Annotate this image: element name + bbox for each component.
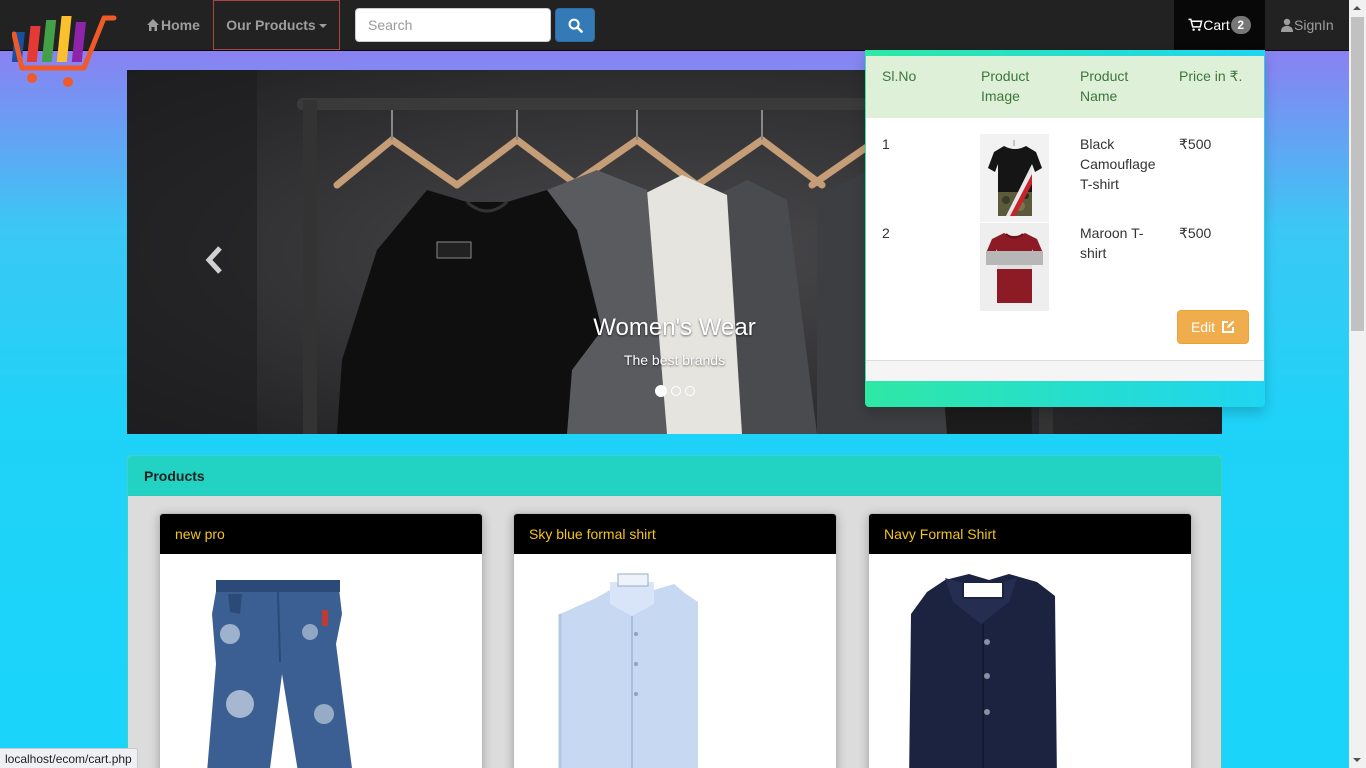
cart-row-sl: 2 — [882, 225, 890, 241]
cart-row-image — [965, 134, 1064, 223]
navy-shirt-image — [869, 554, 1191, 768]
header-product-image: Product Image — [981, 68, 1030, 104]
caret-down-icon — [318, 24, 327, 28]
carousel-indicator[interactable] — [670, 386, 681, 396]
cart-footer — [866, 360, 1264, 381]
scroll-up-arrow-icon[interactable] — [1353, 6, 1361, 10]
search-button[interactable] — [555, 8, 595, 42]
cart-row-sl: 1 — [882, 136, 890, 152]
cart-row-name: Black Camouflage T-shirt — [1080, 136, 1156, 192]
cart-row: 2 Maroon T-shirt ₹500 — [866, 223, 1264, 311]
carousel-indicator[interactable] — [654, 385, 667, 397]
product-card[interactable]: new pro — [159, 513, 483, 768]
cart-row-price: ₹500 — [1179, 136, 1212, 152]
nav-home-link[interactable]: Home — [133, 0, 213, 50]
scroll-down-arrow-icon[interactable] — [1353, 758, 1361, 762]
nav-cart-link[interactable]: Cart 2 — [1174, 0, 1265, 50]
edit-icon — [1222, 320, 1235, 333]
user-icon — [1281, 18, 1293, 32]
cart-label: Cart — [1203, 17, 1230, 33]
shop-logo[interactable] — [12, 12, 118, 90]
cart-row-price: ₹500 — [1179, 225, 1212, 241]
nav-home-label: Home — [161, 17, 200, 33]
sky-blue-shirt-image — [514, 554, 836, 768]
edit-cart-button[interactable]: Edit — [1177, 310, 1249, 344]
cart-row-name: Maroon T-shirt — [1080, 225, 1144, 261]
our-products-label: Our Products — [226, 17, 316, 33]
product-card[interactable]: Sky blue formal shirt — [513, 513, 837, 768]
search-icon — [568, 18, 583, 33]
cart-table-header: Sl.No Product Image Product Name Price i… — [866, 56, 1264, 118]
edit-cart-label: Edit — [1190, 319, 1216, 335]
home-icon — [147, 19, 159, 31]
cart-row-image — [965, 223, 1064, 311]
our-products-dropdown[interactable]: Our Products — [213, 0, 340, 50]
cart-row: 1 Black Camouflage T-shirt ₹500 — [866, 134, 1264, 223]
product-card-title: new pro — [160, 514, 482, 554]
products-panel: Products new pro Sky blue formal shirt N… — [127, 455, 1222, 768]
carousel-indicator[interactable] — [684, 386, 695, 396]
page-scrollbar[interactable] — [1349, 0, 1366, 768]
status-url-bar: localhost/ecom/cart.php — [0, 748, 138, 768]
header-price: Price in ₹. — [1179, 68, 1243, 84]
maroon-tshirt-image — [980, 223, 1049, 311]
product-card-title: Sky blue formal shirt — [514, 514, 836, 554]
cart-table: Sl.No Product Image Product Name Price i… — [866, 56, 1264, 360]
cart-count-badge: 2 — [1230, 16, 1251, 34]
nav-signin-link[interactable]: SignIn — [1265, 0, 1349, 50]
product-card[interactable]: Navy Formal Shirt — [868, 513, 1192, 768]
carousel-prev-button[interactable] — [199, 240, 229, 280]
cart-dropdown: Sl.No Product Image Product Name Price i… — [865, 50, 1265, 407]
search-input[interactable] — [355, 8, 551, 42]
chevron-left-icon — [205, 246, 222, 274]
top-navbar: Home Our Products Cart 2 SignIn — [0, 0, 1349, 51]
signin-label: SignIn — [1294, 17, 1334, 33]
header-product-name: Product Name — [1080, 68, 1129, 104]
cart-icon — [1188, 18, 1203, 31]
ripped-jeans-image — [160, 554, 482, 768]
header-sl-no: Sl.No — [882, 68, 917, 84]
scroll-thumb[interactable] — [1351, 17, 1364, 331]
product-card-title: Navy Formal Shirt — [869, 514, 1191, 554]
products-heading: Products — [128, 456, 1221, 496]
black-camouflage-tshirt-image — [980, 134, 1049, 222]
